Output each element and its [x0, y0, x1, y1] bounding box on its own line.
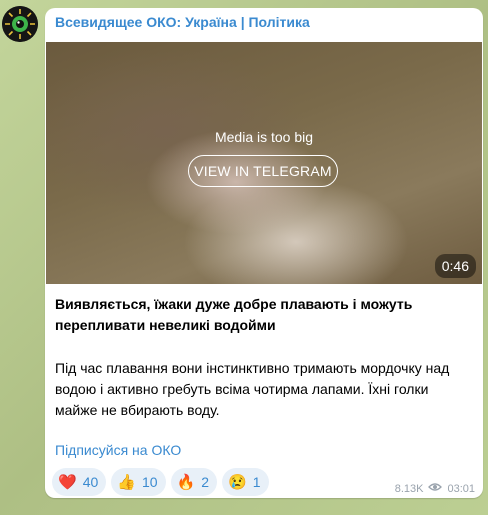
- reaction-fire[interactable]: 🔥 2: [170, 468, 218, 496]
- reaction-heart[interactable]: ❤️ 40: [52, 468, 107, 496]
- fire-icon: 🔥: [176, 473, 196, 491]
- channel-name[interactable]: Всевидящее ОКО: Україна | Політика: [55, 14, 310, 30]
- message-bubble: Всевидящее ОКО: Україна | Політика Media…: [45, 8, 483, 498]
- view-in-telegram-button[interactable]: VIEW IN TELEGRAM: [188, 155, 338, 187]
- channel-avatar[interactable]: [2, 6, 38, 42]
- reaction-count: 1: [252, 474, 261, 490]
- media-preview[interactable]: Media is too big VIEW IN TELEGRAM 0:46: [46, 42, 482, 284]
- eye-icon: [428, 482, 443, 495]
- reactions-bar: ❤️ 40 👍 10 🔥 2 😢 1: [52, 468, 269, 496]
- message-meta: 8.13K 03:01: [395, 482, 475, 495]
- reaction-crying[interactable]: 😢 1: [222, 468, 269, 496]
- post-title: Виявляється, їжаки дуже добре плавають і…: [55, 296, 413, 333]
- video-duration: 0:46: [434, 254, 476, 278]
- reaction-count: 10: [141, 474, 158, 490]
- reaction-count: 40: [82, 474, 99, 490]
- subscribe-link[interactable]: Підписуйся на ОКО: [55, 442, 181, 458]
- reaction-count: 2: [201, 474, 210, 490]
- crying-face-icon: 😢: [228, 473, 247, 491]
- thumbs-up-icon: 👍: [117, 473, 136, 491]
- red-heart-icon: ❤️: [58, 473, 77, 491]
- eye-logo-icon: [2, 6, 38, 42]
- media-too-big-label: Media is too big: [214, 129, 314, 145]
- reaction-thumbs-up[interactable]: 👍 10: [111, 468, 166, 496]
- post-body: Під час плавання вони інстинктивно трима…: [55, 360, 450, 418]
- view-count: 8.13K: [394, 482, 424, 495]
- message-time: 03:01: [447, 482, 475, 495]
